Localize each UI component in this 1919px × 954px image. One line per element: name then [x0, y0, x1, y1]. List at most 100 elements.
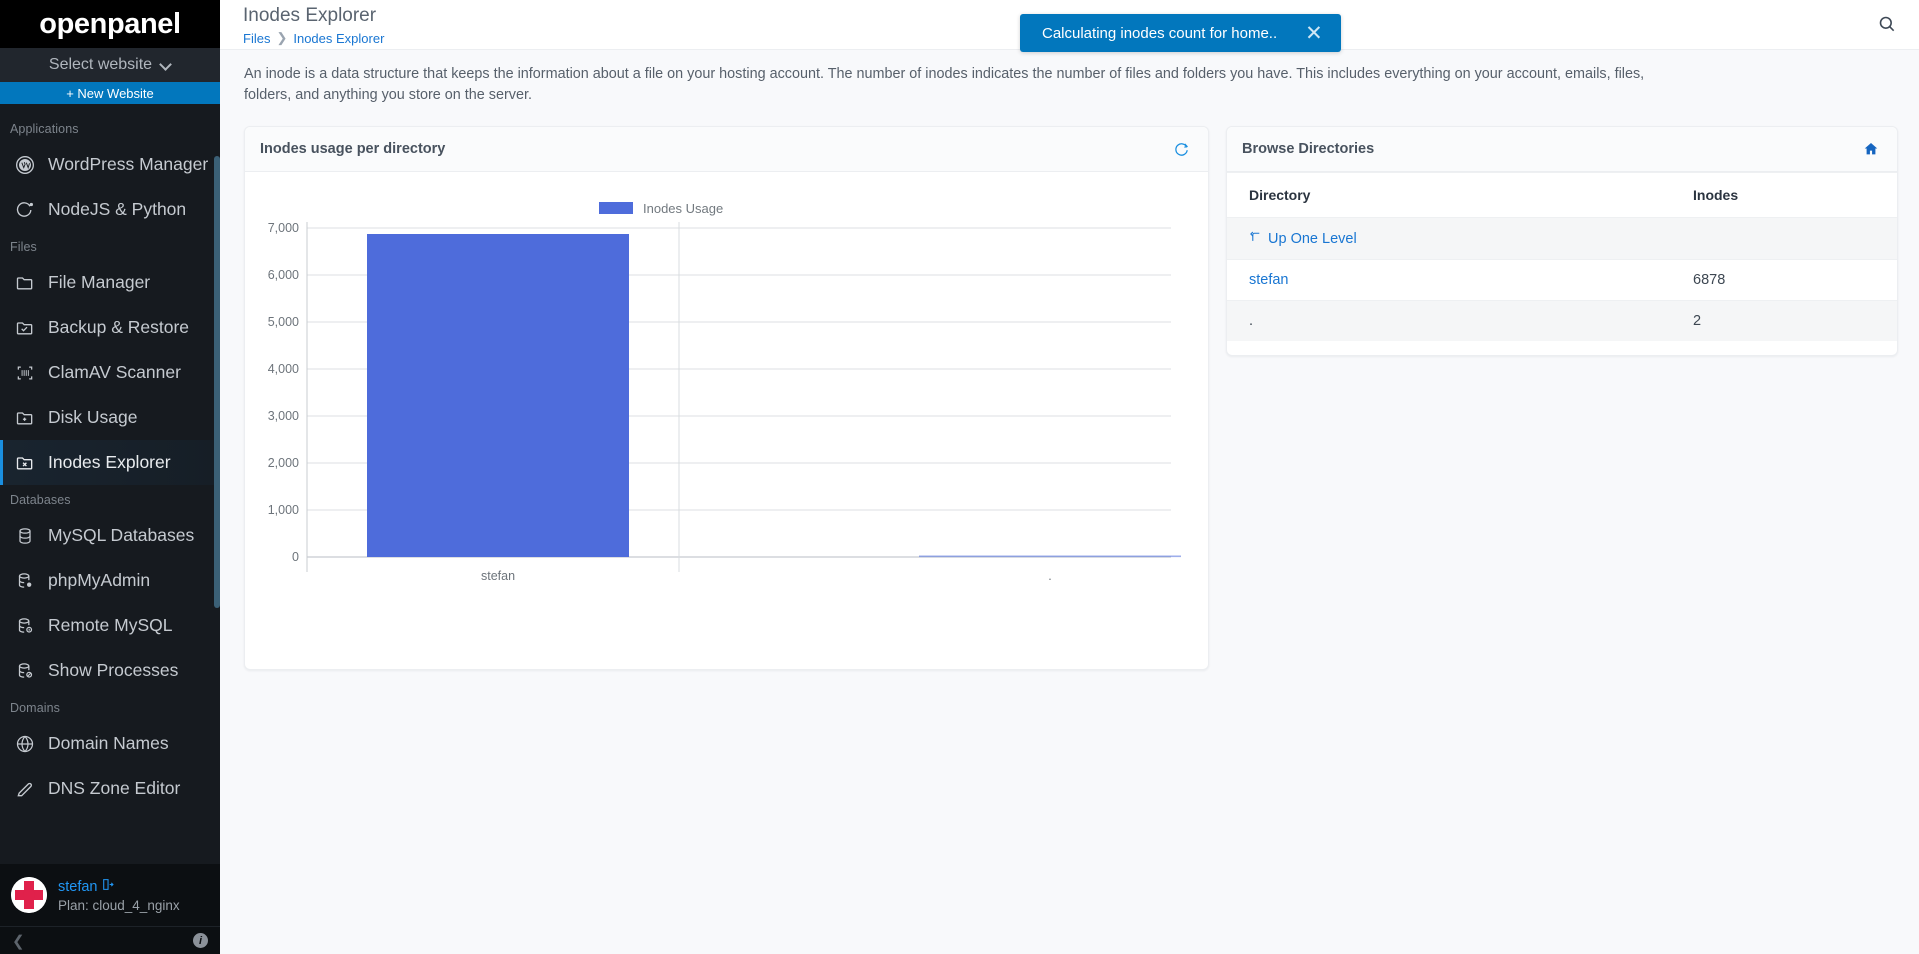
column-header-inodes: Inodes: [1693, 187, 1739, 203]
sidebar-item-label: Remote MySQL: [48, 615, 173, 635]
directories-table-head: Directory Inodes: [1227, 172, 1897, 218]
globe-icon: [15, 734, 35, 754]
chevron-down-icon: [161, 60, 171, 70]
sidebar-item-phpmyadmin[interactable]: phpMyAdmin: [0, 558, 220, 603]
sidebar-item-mysql-databases[interactable]: MySQL Databases: [0, 513, 220, 558]
sidebar-item-inodes-explorer[interactable]: Inodes Explorer: [0, 440, 220, 485]
cell-inodes: 6878: [1693, 272, 1726, 288]
sidebar-item-show-processes[interactable]: Show Processes: [0, 648, 220, 693]
inodes-chart-card: Inodes usage per directory Inodes Usage: [244, 126, 1209, 670]
sidebar-item-nodejs-python[interactable]: NodeJS & Python: [0, 187, 220, 232]
breadcrumb-separator: ❯: [276, 30, 288, 45]
database-block-icon: [15, 661, 35, 681]
folder-check-icon: [15, 318, 35, 338]
bar-dot: [919, 555, 1181, 558]
table-row[interactable]: stefan 6878: [1227, 259, 1897, 301]
chart-card-header: Inodes usage per directory: [245, 127, 1208, 172]
sidebar-item-label: Domain Names: [48, 733, 169, 753]
refresh-icon[interactable]: [1173, 141, 1190, 158]
home-icon[interactable]: [1863, 141, 1879, 157]
nav-group-domains-title: Domains: [10, 701, 61, 715]
ytick-5000: 5,000: [268, 315, 299, 329]
website-selector[interactable]: Select website: [0, 48, 220, 82]
brand-name: openpanel: [39, 7, 181, 40]
up-one-level-link[interactable]: Up One Level: [1249, 230, 1357, 247]
edit-icon: [15, 779, 35, 799]
user-name-row[interactable]: stefan: [58, 878, 180, 896]
ytick-7000: 7,000: [268, 221, 299, 235]
ytick-4000: 4,000: [268, 362, 299, 376]
sidebar-item-label: File Manager: [48, 272, 151, 292]
logout-icon[interactable]: [101, 878, 114, 896]
directories-table: Directory Inodes Up One Level stefan 687…: [1227, 172, 1897, 341]
nav-group-databases-title: Databases: [10, 493, 71, 507]
ytick-1000: 1,000: [268, 503, 299, 517]
table-header-row: Directory Inodes: [1227, 172, 1897, 218]
legend-label: Inodes Usage: [643, 201, 723, 216]
sidebar-item-label: DNS Zone Editor: [48, 778, 181, 798]
sidebar-item-label: MySQL Databases: [48, 525, 195, 545]
user-profile[interactable]: stefan Plan: cloud_4_nginx: [0, 864, 220, 926]
info-icon[interactable]: i: [193, 933, 208, 948]
search-icon[interactable]: [1877, 14, 1897, 39]
sidebar-item-backup-restore[interactable]: Backup & Restore: [0, 305, 220, 350]
sidebar-item-label: ClamAV Scanner: [48, 362, 181, 382]
cell-directory: .: [1249, 313, 1254, 329]
close-icon[interactable]: ✕: [1305, 23, 1323, 44]
database-icon: [15, 526, 35, 546]
sidebar-item-file-manager[interactable]: File Manager: [0, 260, 220, 305]
breadcrumb-item-inodes-explorer[interactable]: Inodes Explorer: [293, 31, 384, 46]
chart-card-title: Inodes usage per directory: [260, 141, 446, 157]
sidebar-item-label: WordPress Manager: [48, 154, 209, 174]
directory-link[interactable]: stefan: [1249, 272, 1289, 288]
database-info-icon: [15, 616, 35, 636]
sidebar: openpanel Select website + New Website A…: [0, 0, 220, 954]
dir-card-title: Browse Directories: [1242, 141, 1375, 157]
chevron-left-icon[interactable]: ❮: [12, 932, 25, 950]
xtick-dot: .: [1048, 569, 1051, 583]
xtick-stefan: stefan: [481, 569, 515, 583]
folder-plus-icon: [15, 408, 35, 428]
breadcrumb: Files ❯ Inodes Explorer: [243, 30, 384, 46]
sidebar-item-label: Inodes Explorer: [48, 452, 171, 472]
toast-notification[interactable]: Calculating inodes count for home.. ✕: [1020, 14, 1341, 52]
sidebar-scrollbar[interactable]: [214, 156, 220, 608]
topbar-left: Inodes Explorer Files ❯ Inodes Explorer: [243, 4, 384, 46]
sidebar-item-wordpress-manager[interactable]: WordPress Manager: [0, 142, 220, 187]
scan-icon: [15, 363, 35, 383]
avatar-identicon: [11, 877, 47, 913]
cell-inodes: 2: [1693, 313, 1702, 329]
sidebar-item-clamav-scanner[interactable]: ClamAV Scanner: [0, 350, 220, 395]
table-row[interactable]: . 2: [1227, 300, 1897, 341]
sidebar-item-remote-mysql[interactable]: Remote MySQL: [0, 603, 220, 648]
breadcrumb-item-files[interactable]: Files: [243, 31, 270, 46]
sidebar-footer: ❮ i: [0, 926, 220, 954]
sidebar-item-domain-names[interactable]: Domain Names: [0, 721, 220, 766]
dir-card-header: Browse Directories: [1227, 127, 1897, 172]
brand-logo[interactable]: openpanel: [0, 0, 220, 48]
sidebar-item-label: phpMyAdmin: [48, 570, 151, 590]
sidebar-item-disk-usage[interactable]: Disk Usage: [0, 395, 220, 440]
browse-directories-card: Browse Directories Directory Inodes Up O…: [1226, 126, 1898, 356]
up-one-level-cell[interactable]: Up One Level: [1227, 218, 1897, 260]
ytick-0: 0: [292, 550, 299, 564]
main-content: Inodes Explorer Files ❯ Inodes Explorer …: [220, 0, 1919, 954]
new-website-button[interactable]: + New Website: [0, 82, 220, 104]
cell-directory[interactable]: stefan: [1227, 260, 1685, 301]
folder-x-icon: [15, 453, 35, 473]
inodes-bar-chart[interactable]: Inodes Usage 7,000 6,000 5,000 4,000 3,0…: [259, 180, 1194, 665]
column-header-directory: Directory: [1249, 187, 1311, 203]
content-area: Inodes usage per directory Inodes Usage: [220, 106, 1919, 670]
dir-card-bottom-pad: [1227, 341, 1897, 355]
nav-group-applications-title: Applications: [10, 122, 79, 136]
bar-stefan: [367, 234, 629, 557]
sidebar-item-dns-zone-editor[interactable]: DNS Zone Editor: [0, 766, 220, 811]
ytick-6000: 6,000: [268, 268, 299, 282]
table-row-up-one-level[interactable]: Up One Level: [1227, 217, 1897, 260]
toast-message: Calculating inodes count for home..: [1042, 24, 1278, 42]
sidebar-item-label: Show Processes: [48, 660, 179, 680]
user-name: stefan: [58, 878, 98, 895]
legend-swatch: [599, 202, 633, 214]
ytick-2000: 2,000: [268, 456, 299, 470]
up-one-level-label: Up One Level: [1268, 230, 1357, 247]
